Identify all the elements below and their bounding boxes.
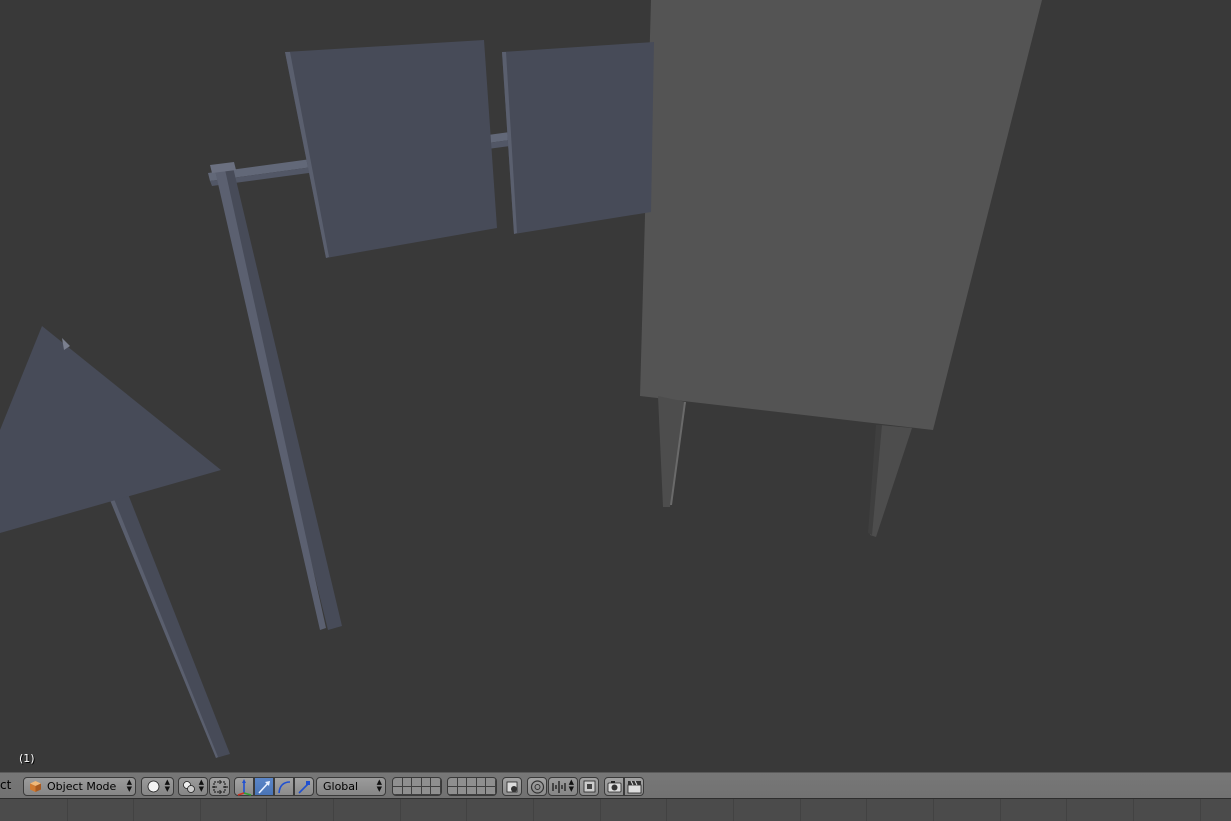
layer-cell[interactable] [457,786,468,795]
timeline-gridline [466,799,467,821]
layer-cell[interactable] [393,786,403,795]
dropdown-arrows-icon: ▲ ▼ [568,778,574,793]
timeline-gridline [866,799,867,821]
layer-cell[interactable] [476,778,487,787]
layer-cell[interactable] [448,778,458,787]
timeline-gridline [1000,799,1001,821]
scene-render [0,0,1042,758]
render-animation-button[interactable] [624,777,644,796]
frame-number-label: (1) [19,752,35,765]
layer-cell[interactable] [431,778,441,787]
orientation-dropdown-label: Global [323,780,359,793]
timeline-gridline [1200,799,1201,821]
layer-cell[interactable] [421,778,432,787]
layer-cell[interactable] [457,778,468,787]
layer-cell[interactable] [393,778,403,787]
mode-dropdown-label: Object Mode [47,780,117,793]
wardrobe-object[interactable] [640,0,1042,537]
layer-cell[interactable] [486,786,496,795]
timeline-gridline [533,799,534,821]
layer-cell[interactable] [402,778,413,787]
timeline-gridline [800,799,801,821]
viewport-header: ct Object Mode ▲ ▼ ▲ ▼ ▲ ▼ Global ▲ ▼ ▲ … [0,772,1231,798]
solid-sphere-icon [147,780,160,796]
layer-cell[interactable] [486,778,496,787]
timeline-gridline [1066,799,1067,821]
timeline-gridline [933,799,934,821]
timeline-gridline [133,799,134,821]
dropdown-arrows-icon: ▲ ▼ [126,778,132,793]
snap-dropdown[interactable]: ▲ ▼ [548,777,578,796]
layer-cell[interactable] [476,786,487,795]
layer-cell[interactable] [431,786,441,795]
layers-group-2[interactable] [447,777,497,796]
timeline-gridline [600,799,601,821]
pivot-point-icon [182,780,196,797]
dropdown-arrows-icon: ▲ ▼ [198,778,204,793]
layer-cell[interactable] [467,786,477,795]
transform-orientation-dropdown[interactable]: Global ▲ ▼ [316,777,386,796]
rotate-manipulator-button[interactable] [274,777,294,796]
layer-cell[interactable] [402,786,413,795]
layer-cell[interactable] [412,786,422,795]
layer-cell[interactable] [412,778,422,787]
triangle-sign-object[interactable] [0,326,230,758]
blender-window: (1) ct Object Mode ▲ ▼ ▲ ▼ ▲ ▼ Global ▲ … [0,0,1231,821]
timeline-gridline [666,799,667,821]
timeline-gridline [67,799,68,821]
layers-group-1[interactable] [392,777,442,796]
layer-cell[interactable] [467,778,477,787]
cube-icon [29,780,42,796]
mode-dropdown[interactable]: Object Mode ▲ ▼ [23,777,136,796]
translate-manipulator-button[interactable] [234,777,254,796]
signpost-object[interactable] [208,40,654,630]
timeline-gridline [733,799,734,821]
pivot-point-dropdown[interactable]: ▲ ▼ [178,777,208,796]
render-image-button[interactable] [604,777,624,796]
proportional-edit-button[interactable] [527,777,547,796]
layer-cell[interactable] [448,786,458,795]
menu-item-object[interactable]: ct [0,778,11,792]
3d-viewport[interactable]: (1) [0,0,1231,772]
timeline-gridline [266,799,267,821]
lock-layer-button[interactable] [502,777,522,796]
timeline-gridline [200,799,201,821]
layer-cell[interactable] [421,786,432,795]
viewport-shading-dropdown[interactable]: ▲ ▼ [141,777,174,796]
scale-manipulator-button[interactable] [294,777,314,796]
translate-mode-button[interactable] [254,777,274,796]
timeline-gridline [333,799,334,821]
dropdown-arrows-icon: ▲ ▼ [164,778,170,793]
snap-icon [551,780,567,797]
manipulator-toggle-button[interactable] [209,777,230,796]
timeline-gridline [1133,799,1134,821]
dropdown-arrows-icon: ▲ ▼ [376,778,382,793]
snap-target-button[interactable] [579,777,599,796]
timeline-strip[interactable] [0,798,1231,821]
timeline-gridline [400,799,401,821]
